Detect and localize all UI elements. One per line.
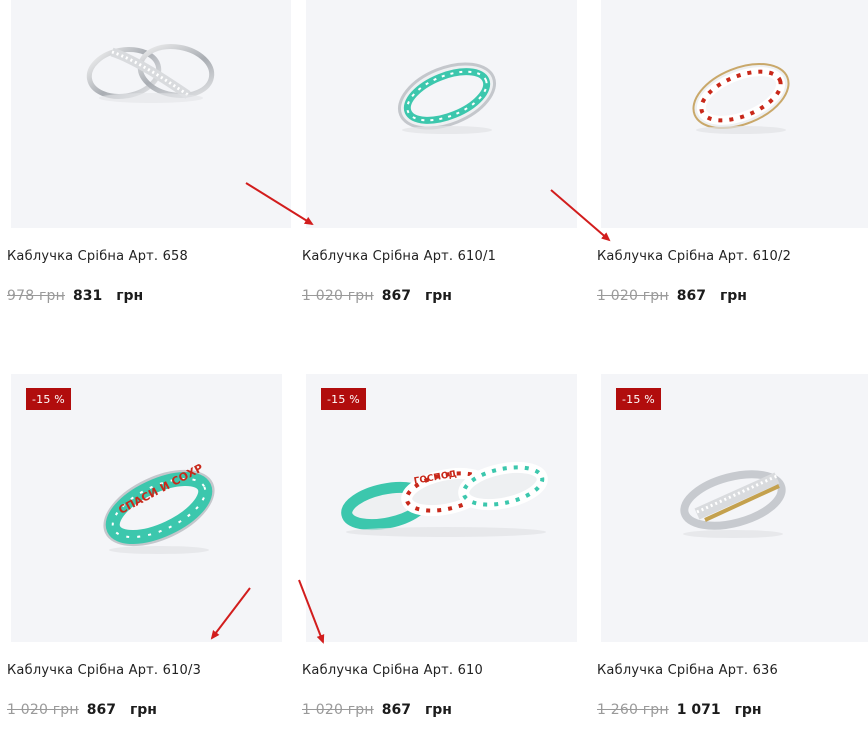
price-row: 978 грн 831 грн bbox=[7, 288, 143, 304]
new-price: 1 071 bbox=[676, 702, 721, 718]
old-price: 1 020 грн bbox=[302, 702, 374, 718]
product-image[interactable]: ГОСПОД -15 % bbox=[306, 374, 577, 642]
product-title[interactable]: Каблучка Срібна Арт. 610/1 bbox=[302, 249, 496, 264]
price-row: 1 020 грн 867 грн bbox=[302, 288, 452, 304]
product-title[interactable]: Каблучка Срібна Арт. 658 bbox=[7, 249, 188, 264]
discount-badge: -15 % bbox=[26, 388, 71, 410]
currency: грн bbox=[129, 702, 157, 718]
product-image[interactable]: СПАСИ И СОХР -15 % bbox=[11, 374, 282, 642]
discount-badge: -15 % bbox=[616, 388, 661, 410]
product-title[interactable]: Каблучка Срібна Арт. 610/3 bbox=[7, 663, 201, 678]
new-price: 867 bbox=[381, 702, 411, 718]
product-title[interactable]: Каблучка Срібна Арт. 636 bbox=[597, 663, 778, 678]
enamel-ring-icon bbox=[692, 62, 790, 134]
new-price: 867 bbox=[676, 288, 706, 304]
enamel-ring-icon: СПАСИ И СОХР bbox=[103, 461, 215, 554]
product-image[interactable] bbox=[306, 0, 577, 228]
old-price: 1 020 грн bbox=[597, 288, 669, 304]
new-price: 831 bbox=[72, 288, 103, 304]
price-row: 1 020 грн 867 грн bbox=[302, 702, 452, 718]
new-price: 867 bbox=[86, 702, 116, 718]
old-price: 1 020 грн bbox=[7, 702, 79, 718]
price-row: 1 020 грн 867 грн bbox=[597, 288, 747, 304]
old-price: 1 260 грн bbox=[597, 702, 669, 718]
new-price: 867 bbox=[381, 288, 411, 304]
ring-icon bbox=[86, 44, 215, 103]
ring-icon bbox=[680, 470, 786, 538]
ring-set-icon: ГОСПОД bbox=[341, 461, 548, 537]
product-grid: Каблучка Срібна Арт. 658 978 грн 831 грн… bbox=[0, 0, 868, 755]
product-image[interactable] bbox=[601, 0, 868, 228]
product-title[interactable]: Каблучка Срібна Арт. 610/2 bbox=[597, 249, 791, 264]
enamel-ring-icon bbox=[397, 62, 497, 134]
old-price: 978 грн bbox=[7, 288, 65, 304]
currency: грн bbox=[116, 288, 144, 304]
discount-badge: -15 % bbox=[321, 388, 366, 410]
price-row: 1 020 грн 867 грн bbox=[7, 702, 157, 718]
product-image[interactable]: -15 % bbox=[601, 374, 868, 642]
currency: грн bbox=[424, 702, 452, 718]
old-price: 1 020 грн bbox=[302, 288, 374, 304]
product-title[interactable]: Каблучка Срібна Арт. 610 bbox=[302, 663, 483, 678]
price-row: 1 260 грн 1 071 грн bbox=[597, 702, 762, 718]
currency: грн bbox=[424, 288, 452, 304]
currency: грн bbox=[734, 702, 762, 718]
product-image[interactable] bbox=[11, 0, 291, 228]
currency: грн bbox=[719, 288, 747, 304]
